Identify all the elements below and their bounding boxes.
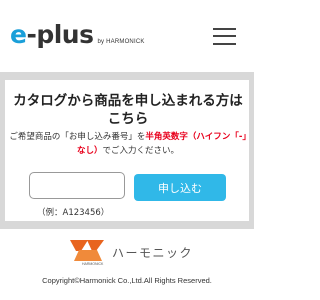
copyright-text: Copyright©Harmonick Co.,Ltd.All Rights R… (42, 276, 212, 285)
hamburger-line (213, 43, 236, 45)
e-plus-logo[interactable]: e -plus by HARMONICK (10, 20, 145, 49)
logo-plus: -plus (26, 20, 94, 49)
input-example-text: （例：A123456） (37, 208, 110, 218)
hamburger-line (213, 35, 236, 37)
order-number-input[interactable] (29, 172, 125, 199)
logo-e: e (10, 20, 27, 49)
description-text-end: でご入力ください。 (102, 146, 180, 156)
brand-name: ハーモニック (112, 245, 194, 260)
description-text: ご希望商品の「お申し込み番号」を (9, 132, 146, 142)
hamburger-line (213, 28, 236, 30)
catalog-order-description: ご希望商品の「お申し込み番号」を半角英数字（ハイフン「-」なし）でご入力ください… (9, 130, 247, 158)
submit-button[interactable]: 申し込む (134, 174, 226, 201)
logo-by-harmonick: by HARMONICK (97, 39, 145, 45)
site-header: e -plus by HARMONICK (0, 0, 254, 72)
catalog-order-title: カタログから商品を申し込まれる方はこちら (13, 93, 243, 127)
harmonick-mark-icon: HARMONICK (68, 240, 106, 266)
catalog-order-section: カタログから商品を申し込まれる方はこちら ご希望商品の「お申し込み番号」を半角英… (0, 72, 254, 229)
harmonick-logo[interactable]: HARMONICK ハーモニック (68, 240, 193, 266)
brand-sub-label: HARMONICK (82, 262, 104, 266)
hamburger-menu-icon[interactable] (213, 28, 236, 45)
catalog-order-card: カタログから商品を申し込まれる方はこちら ご希望商品の「お申し込み番号」を半角英… (5, 80, 249, 221)
